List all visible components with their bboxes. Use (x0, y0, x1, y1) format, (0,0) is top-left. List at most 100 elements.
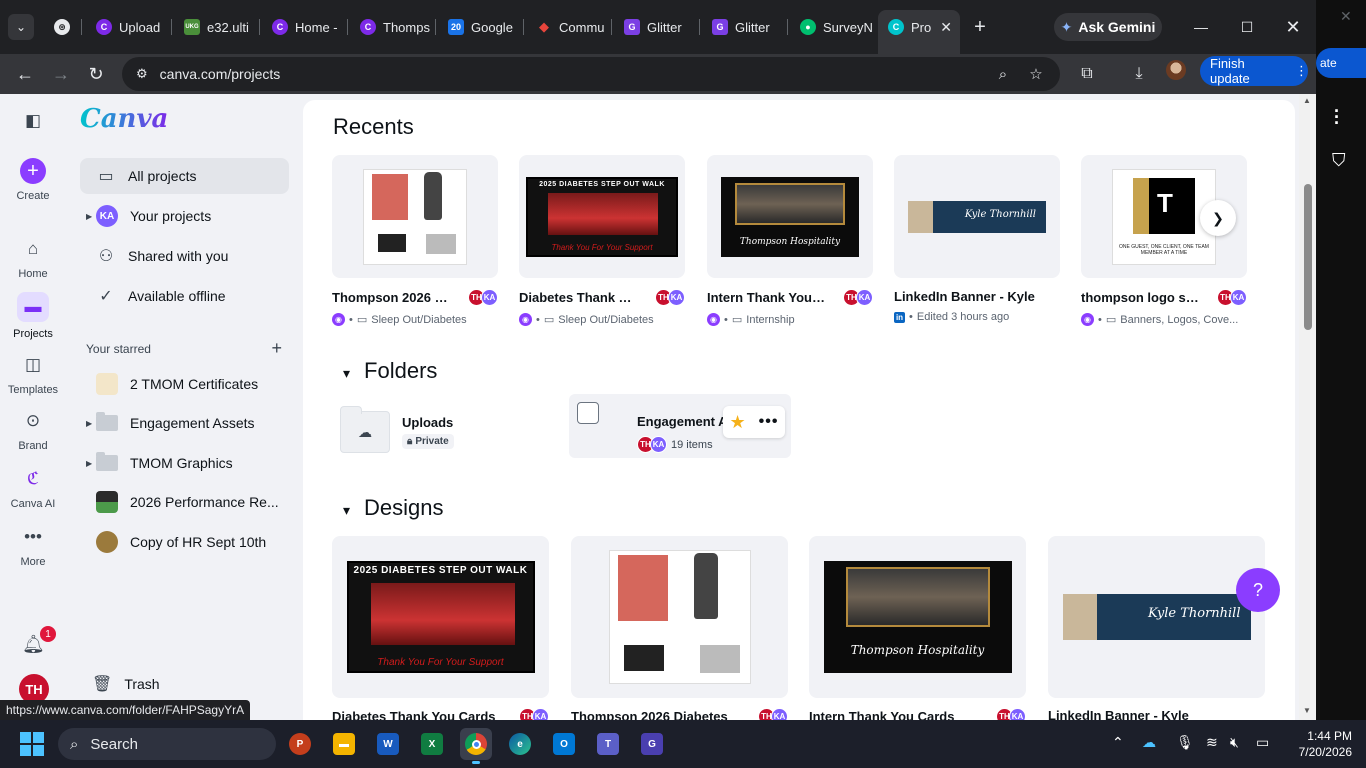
page-scrollbar[interactable]: ▲ ▼ (1299, 94, 1316, 728)
expand-caret-icon[interactable]: ▶ (86, 212, 92, 221)
nav-your-projects[interactable]: ▶ KA Your projects (80, 198, 289, 234)
rail-projects[interactable]: ▬ Projects (0, 292, 66, 340)
star-icon[interactable]: ★ (730, 412, 746, 433)
tab-3[interactable]: C Thomps (350, 10, 436, 44)
recents-next-button[interactable]: ❯ (1200, 200, 1236, 236)
tab-8[interactable]: ● SurveyN (790, 10, 876, 44)
design-thumbnail[interactable]: Kyle Thornhill (1048, 536, 1265, 698)
starred-item[interactable]: Copy of HR Sept 10th (80, 524, 289, 560)
scroll-thumb[interactable] (1304, 184, 1312, 330)
new-tab-button[interactable]: + (968, 14, 992, 40)
profile-avatar[interactable] (1166, 60, 1186, 80)
tab-7[interactable]: G Glitter (702, 10, 788, 44)
microphone-icon[interactable]: 🎙︎ (1176, 734, 1194, 751)
address-bar[interactable]: ⚙ canva.com/projects ⌕ ☆ (122, 57, 1060, 91)
starred-item[interactable]: ▶ Engagement Assets (80, 405, 289, 441)
extensions-icon[interactable]: ⧉ (1072, 59, 1102, 89)
windows-start-icon[interactable] (20, 732, 44, 756)
designs-header[interactable]: ▾ Designs (343, 495, 444, 521)
design-thumbnail[interactable]: 2025 DIABETES STEP OUT WALK Thank You For… (332, 536, 549, 698)
tab-6[interactable]: G Glitter (614, 10, 700, 44)
teams-app[interactable]: T (592, 728, 624, 760)
chrome-app[interactable] (460, 728, 492, 764)
rail-templates[interactable]: ◫ Templates (0, 352, 66, 396)
word-app[interactable]: W (372, 728, 404, 760)
recent-card[interactable]: Thompson 2026 D... TH KA ◉ • ▭ Sleep Out/Dia… (332, 155, 498, 326)
tab-2[interactable]: C Home - (262, 10, 348, 44)
design-card[interactable]: Thompson 2026 Diabetes TH KA (571, 536, 788, 725)
powerpoint-app[interactable]: P (284, 728, 316, 760)
tab-pinned[interactable]: ⊛ (44, 10, 82, 44)
site-info-icon[interactable]: ⚙ (136, 66, 148, 82)
wifi-icon[interactable]: ≋ (1206, 734, 1218, 751)
more-options-icon[interactable]: ••• (759, 413, 779, 431)
nav-all-projects[interactable]: ▭ All projects (80, 158, 289, 194)
scroll-down-icon[interactable]: ▼ (1303, 706, 1311, 715)
reload-button[interactable]: ↻ (81, 59, 111, 89)
speaker-muted-icon[interactable]: 🔇︎ (1230, 734, 1239, 751)
zoom-icon[interactable]: ⌕ (990, 57, 1016, 91)
chevron-up-icon[interactable]: ⌃ (1112, 734, 1124, 751)
canva-logo[interactable]: Canva (80, 104, 168, 134)
tab-0[interactable]: C Upload (86, 10, 172, 44)
tab-5[interactable]: ◆ Commu (526, 10, 612, 44)
close-tab-icon[interactable]: ✕ (940, 19, 952, 36)
outlook-app[interactable]: O (548, 728, 580, 760)
recent-card[interactable]: Kyle Thornhill LinkedIn Banner - Kyle in… (894, 155, 1060, 323)
recent-card[interactable]: Thompson Hospitality Intern Thank You ..… (707, 155, 873, 326)
taskbar-search[interactable]: ⌕ Search (58, 728, 276, 760)
rail-more[interactable]: ••• More (0, 524, 66, 568)
download-icon[interactable]: ⤓ (1124, 59, 1154, 89)
starred-item[interactable]: 2 TMOM Certificates (80, 366, 289, 402)
uploads-folder[interactable]: ☁ Uploads 🔒︎ Private (340, 400, 454, 464)
starred-item[interactable]: 2026 Performance Re... (80, 484, 289, 520)
tab-search-button[interactable]: ⌄ (8, 14, 34, 40)
scroll-up-icon[interactable]: ▲ (1303, 96, 1311, 105)
recent-thumbnail[interactable] (332, 155, 498, 278)
starred-item[interactable]: ▶ TMOM Graphics (80, 445, 289, 481)
ask-gemini-button[interactable]: ✦ Ask Gemini (1054, 13, 1162, 41)
recent-thumbnail[interactable]: Kyle Thornhill (894, 155, 1060, 278)
tab-4[interactable]: 20 Google (438, 10, 524, 44)
glitter-app[interactable]: G (636, 728, 668, 760)
design-card[interactable]: Kyle Thornhill LinkedIn Banner - Kyle (1048, 536, 1265, 723)
rail-brand[interactable]: ⊙ Brand (0, 408, 66, 452)
finish-update-button[interactable]: Finish update ⋮ (1200, 56, 1308, 86)
battery-icon[interactable]: ▭ (1256, 734, 1269, 751)
add-starred-icon[interactable]: + (271, 339, 282, 357)
forward-button[interactable]: → (46, 59, 76, 89)
designs-title: Designs (364, 495, 444, 520)
create-button[interactable]: + Create (0, 158, 66, 202)
bookmark-star-icon[interactable]: ☆ (1023, 57, 1049, 91)
rail-canva-ai[interactable]: ℭ Canva AI (0, 466, 66, 510)
excel-app[interactable]: X (416, 728, 448, 760)
recent-card[interactable]: 2025 DIABETES STEP OUT WALK Thank You For… (519, 155, 685, 326)
design-thumbnail[interactable] (571, 536, 788, 698)
tab-active[interactable]: C Pro ✕ (878, 10, 960, 54)
recent-card[interactable]: ONE GUEST, ONE CLIENT, ONE TEAM MEMBER A… (1081, 155, 1247, 326)
recent-thumbnail[interactable]: Thompson Hospitality (707, 155, 873, 278)
close-window-button[interactable]: ✕ (1278, 14, 1308, 40)
folder-select-checkbox[interactable] (577, 402, 599, 424)
recent-thumbnail[interactable]: 2025 DIABETES STEP OUT WALK Thank You For… (519, 155, 685, 278)
nav-offline[interactable]: ✓ Available offline (80, 278, 289, 314)
help-button[interactable]: ? (1236, 568, 1280, 612)
design-card[interactable]: Thompson Hospitality Intern Thank You Ca… (809, 536, 1026, 725)
system-clock[interactable]: 1:44 PM 7/20/2026 (1286, 728, 1352, 760)
file-explorer-app[interactable]: ▬ (328, 728, 360, 760)
rail-home[interactable]: ⌂ Home (0, 236, 66, 280)
tab-1[interactable]: UKG e32.ulti (174, 10, 260, 44)
edge-app[interactable]: e (504, 728, 536, 760)
expand-caret-icon[interactable]: ▶ (86, 419, 92, 428)
expand-caret-icon[interactable]: ▶ (86, 459, 92, 468)
onedrive-icon[interactable]: ☁ (1142, 734, 1156, 751)
nav-shared[interactable]: ⚇ Shared with you (80, 238, 289, 274)
sidebar-toggle[interactable]: ◧ (0, 108, 66, 134)
trash-button[interactable]: 🗑︎ Trash (92, 674, 160, 694)
folders-header[interactable]: ▾ Folders (343, 358, 437, 384)
back-button[interactable]: ← (10, 59, 40, 89)
maximize-button[interactable]: ☐ (1232, 14, 1262, 40)
design-thumbnail[interactable]: Thompson Hospitality (809, 536, 1026, 698)
minimize-button[interactable]: — (1186, 14, 1216, 40)
design-card[interactable]: 2025 DIABETES STEP OUT WALK Thank You For… (332, 536, 549, 725)
